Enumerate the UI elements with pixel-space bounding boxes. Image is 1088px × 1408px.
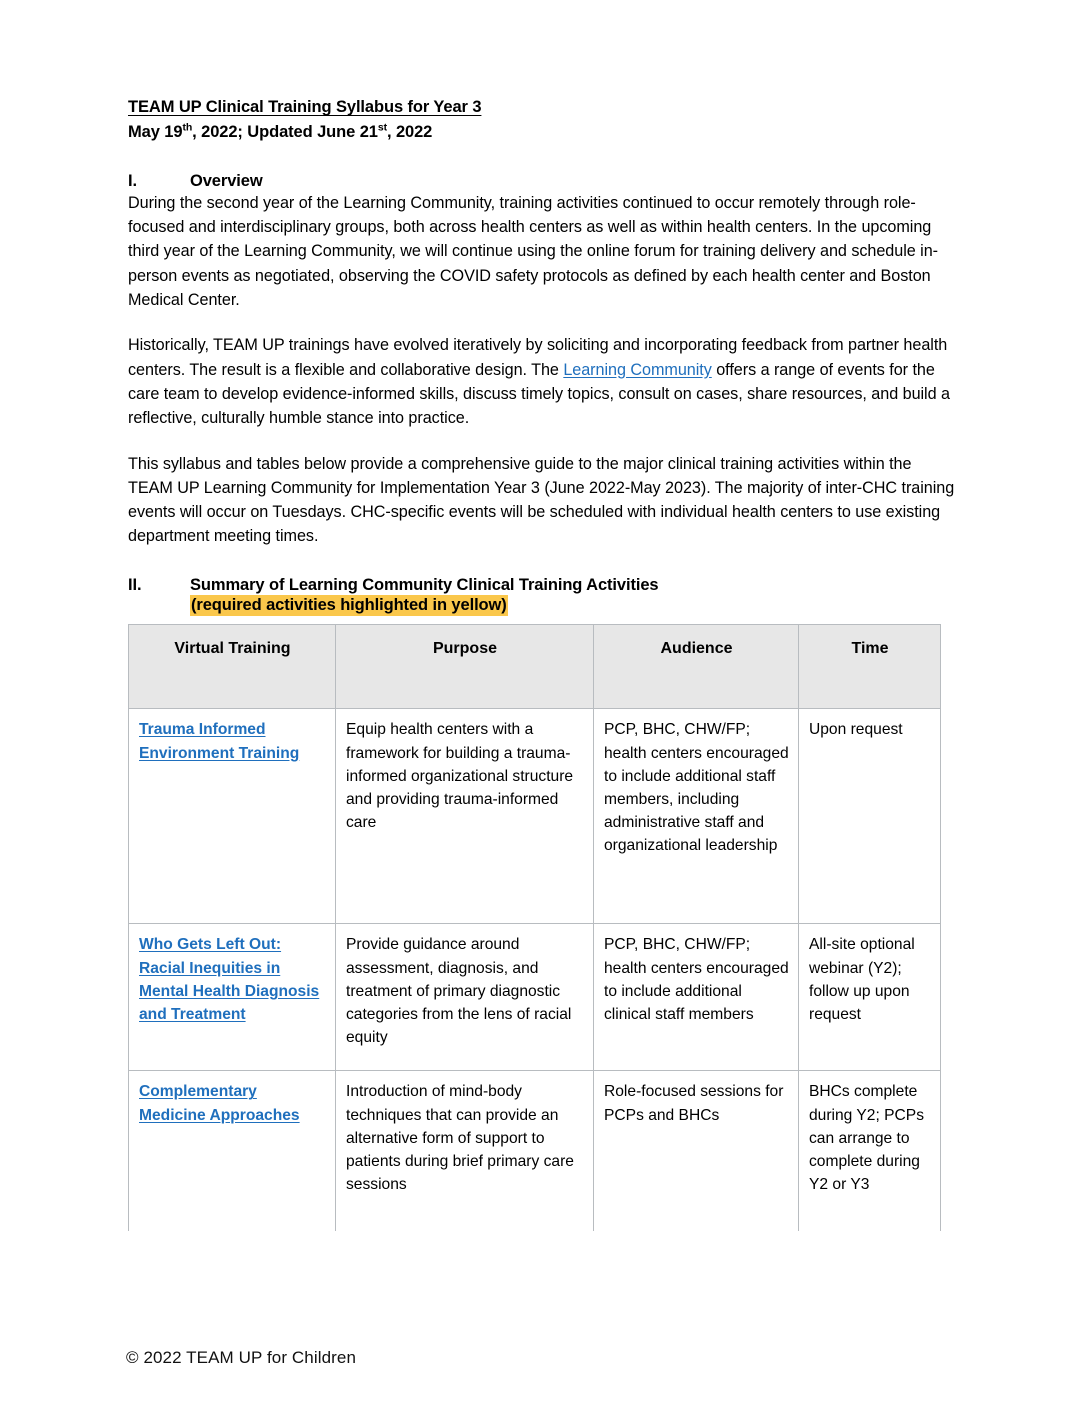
table-row: Trauma Informed Environment Training Equ… bbox=[128, 708, 941, 925]
table-row: Who Gets Left Out: Racial Inequities in … bbox=[128, 923, 941, 1072]
section-2-highlight-note: (required activities highlighted in yell… bbox=[190, 594, 508, 617]
page-title: TEAM UP Clinical Training Syllabus for Y… bbox=[128, 98, 482, 116]
section-title-1: Overview bbox=[190, 171, 263, 190]
document-date-line: May 19th, 2022; Updated June 21st, 2022 bbox=[128, 121, 960, 144]
cell-purpose: Provide guidance around assessment, diag… bbox=[335, 923, 594, 1072]
column-header-purpose: Purpose bbox=[335, 624, 594, 710]
date-ordinal-1: th bbox=[182, 121, 193, 134]
cell-time: All-site optional webinar (Y2); follow u… bbox=[798, 923, 941, 1072]
summary-table: Virtual Training Purpose Audience Time T… bbox=[128, 624, 941, 1232]
section-title-2-wrap: Summary of Learning Community Clinical T… bbox=[190, 576, 960, 617]
cell-training-name: Who Gets Left Out: Racial Inequities in … bbox=[128, 923, 336, 1072]
overview-paragraph-2: Historically, TEAM UP trainings have evo… bbox=[128, 333, 960, 430]
section-heading-summary: II. Summary of Learning Community Clinic… bbox=[128, 576, 960, 617]
cell-audience: PCP, BHC, CHW/FP; health centers encoura… bbox=[593, 708, 799, 925]
date-part-1: May 19 bbox=[128, 123, 183, 142]
column-header-virtual-training: Virtual Training bbox=[128, 624, 336, 710]
cell-audience: Role-focused sessions for PCPs and BHCs bbox=[593, 1070, 799, 1232]
who-gets-left-out-link[interactable]: Who Gets Left Out: Racial Inequities in … bbox=[139, 936, 319, 1022]
date-part-2: , 2022; Updated June 21 bbox=[192, 123, 378, 142]
cell-purpose: Introduction of mind-body techniques tha… bbox=[335, 1070, 594, 1232]
overview-paragraph-1: During the second year of the Learning C… bbox=[128, 193, 939, 310]
section-heading-overview: I. Overview bbox=[128, 172, 960, 191]
section-number-1: I. bbox=[128, 171, 137, 190]
cell-time: BHCs complete during Y2; PCPs can arrang… bbox=[798, 1070, 941, 1232]
section-title-2: Summary of Learning Community Clinical T… bbox=[190, 575, 659, 594]
column-header-time: Time bbox=[798, 624, 941, 710]
cell-audience: PCP, BHC, CHW/FP; health centers encoura… bbox=[593, 923, 799, 1072]
summary-table-container: Virtual Training Purpose Audience Time T… bbox=[128, 624, 960, 1232]
date-ordinal-2: st bbox=[377, 121, 387, 134]
date-part-3: , 2022 bbox=[386, 123, 433, 142]
cell-purpose: Equip health centers with a framework fo… bbox=[335, 708, 594, 925]
cell-time: Upon request bbox=[798, 708, 941, 925]
complementary-medicine-approaches-link[interactable]: Complementary Medicine Approaches bbox=[139, 1083, 300, 1123]
column-header-audience: Audience bbox=[593, 624, 799, 710]
cell-training-name: Complementary Medicine Approaches bbox=[128, 1070, 336, 1232]
document-page: TEAM UP Clinical Training Syllabus for Y… bbox=[0, 0, 1088, 1408]
learning-community-link[interactable]: Learning Community bbox=[563, 361, 712, 379]
document-body: TEAM UP Clinical Training Syllabus for Y… bbox=[128, 96, 960, 1232]
page-footer: © 2022 TEAM UP for Children bbox=[126, 1348, 357, 1367]
title-block: TEAM UP Clinical Training Syllabus for Y… bbox=[128, 96, 960, 145]
cell-training-name: Trauma Informed Environment Training bbox=[128, 708, 336, 925]
table-row: Complementary Medicine Approaches Introd… bbox=[128, 1070, 941, 1232]
overview-paragraph-3: This syllabus and tables below provide a… bbox=[128, 454, 955, 546]
table-header-row: Virtual Training Purpose Audience Time bbox=[128, 624, 941, 710]
section-number-2: II. bbox=[128, 575, 142, 594]
trauma-informed-environment-training-link[interactable]: Trauma Informed Environment Training bbox=[139, 721, 299, 761]
